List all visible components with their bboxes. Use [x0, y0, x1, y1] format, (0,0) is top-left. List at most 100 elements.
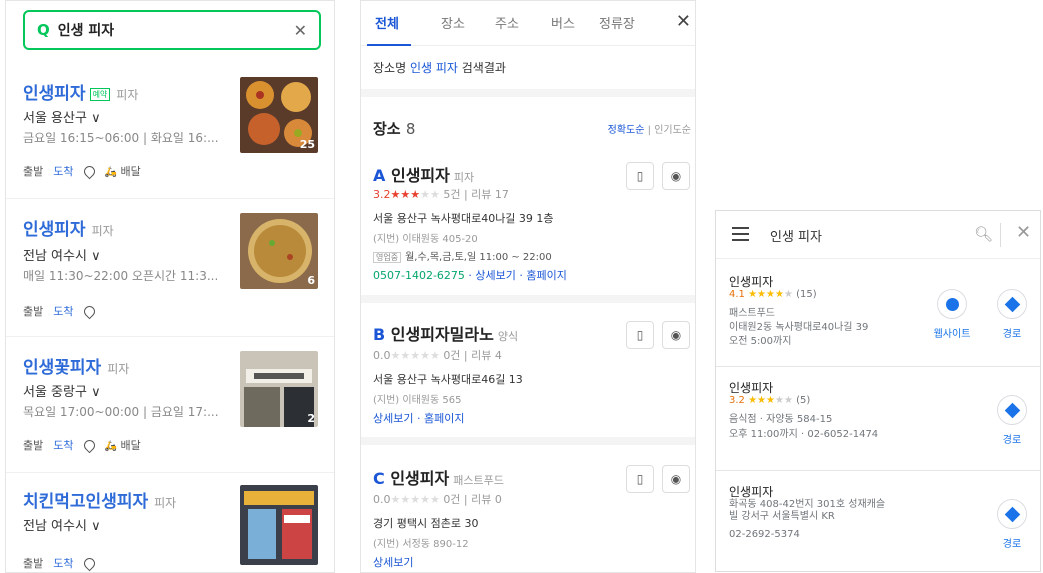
- close-icon[interactable]: ✕: [1016, 222, 1031, 243]
- tab-bus[interactable]: 버스: [551, 13, 575, 32]
- review-meta: 0건 | 리뷰 0: [443, 493, 502, 506]
- bookmark-icon[interactable]: ▯: [626, 465, 654, 493]
- delivery-icon: 🛵: [104, 441, 117, 452]
- bookmark-icon[interactable]: ▯: [626, 162, 654, 190]
- delivery-button[interactable]: 🛵 배달: [105, 437, 141, 453]
- homepage-link[interactable]: 홈페이지: [526, 269, 566, 282]
- detail-link[interactable]: 상세보기: [373, 412, 413, 425]
- place-name[interactable]: 인생피자: [390, 469, 449, 488]
- place-name-text[interactable]: 인생피자: [23, 84, 86, 104]
- place-letter: A: [373, 166, 386, 185]
- arrive-button[interactable]: 도착: [53, 163, 73, 179]
- empty-star-icon: ★: [783, 289, 793, 300]
- place-name-text[interactable]: 인생꽃피자: [23, 358, 101, 378]
- place-category: 양식: [497, 330, 519, 343]
- map-pin-icon[interactable]: [81, 163, 97, 179]
- phone-link[interactable]: 0507-1402-6275: [373, 269, 465, 282]
- rating-score: 3.2: [373, 188, 391, 201]
- sort-popular[interactable]: 인기도순: [654, 125, 691, 136]
- search-icon[interactable]: Q: [37, 21, 50, 39]
- location-dropdown[interactable]: 서울 중랑구 ∨: [23, 381, 101, 400]
- search-input[interactable]: 인생 피자: [770, 226, 822, 245]
- empty-star-icon: ★★: [420, 188, 440, 201]
- list-item[interactable]: 인생피자 4.1 ★★★★★ (15) 패스트푸드 이태원2동 녹사평대로40나…: [716, 259, 1040, 367]
- list-item[interactable]: 인생꽃피자 피자 서울 중랑구 ∨ 목요일 17:00~00:00 | 금요일 1…: [6, 337, 334, 473]
- place-name[interactable]: 인생피자: [729, 273, 773, 290]
- place-thumbnail[interactable]: 6: [240, 213, 318, 289]
- start-button[interactable]: 출발: [23, 303, 43, 319]
- place-name[interactable]: 인생피자 예약 피자: [23, 79, 138, 104]
- place-title[interactable]: C 인생피자 패스트푸드: [373, 465, 504, 489]
- bookmark-icon[interactable]: ▯: [626, 321, 654, 349]
- arrive-button[interactable]: 도착: [53, 555, 73, 571]
- tab-bus-stop[interactable]: 정류장: [599, 13, 635, 32]
- photo-count: 25: [299, 138, 315, 151]
- place-name[interactable]: 인생꽃피자 피자: [23, 353, 129, 378]
- divider: [361, 89, 695, 97]
- star-icon: ★★★★: [748, 289, 784, 300]
- location-dropdown[interactable]: 서울 용산구 ∨: [23, 107, 101, 126]
- list-item[interactable]: 인생피자 피자 전남 여수시 ∨ 매일 11:30~22:00 오픈시간 11:3…: [6, 199, 334, 337]
- list-item[interactable]: A 인생피자 피자 3.2★★★★★ 5건 | 리뷰 17 서울 용산구 녹사평대…: [361, 146, 695, 303]
- tab-places[interactable]: 장소: [441, 13, 465, 32]
- list-item[interactable]: 치킨먹고인생피자 피자 전남 여수시 ∨ 출발 도착: [6, 473, 334, 572]
- place-category: 패스트푸드: [453, 474, 504, 487]
- place-category: 피자: [116, 88, 139, 102]
- delivery-button[interactable]: 🛵 배달: [105, 163, 141, 179]
- location-dropdown[interactable]: 전남 여수시 ∨: [23, 515, 101, 534]
- list-item[interactable]: B 인생피자밀라노 양식 0.0★★★★★ 0건 | 리뷰 4 서울 용산구 녹사…: [361, 303, 695, 445]
- place-name[interactable]: 인생피자 피자: [23, 215, 114, 240]
- menu-icon[interactable]: [732, 227, 749, 241]
- directions-button[interactable]: 경로: [982, 395, 1040, 446]
- arrive-button[interactable]: 도착: [53, 303, 73, 319]
- place-name[interactable]: 인생피자: [391, 166, 450, 185]
- address: 이태원2동 녹사평대로40나길 39: [729, 322, 869, 333]
- place-title[interactable]: A 인생피자 피자: [373, 162, 474, 186]
- map-pin-icon[interactable]: [81, 303, 97, 319]
- place-thumbnail[interactable]: [240, 485, 318, 565]
- place-title[interactable]: B 인생피자밀라노 양식: [373, 321, 518, 345]
- map-pin-icon[interactable]: [81, 555, 97, 571]
- arrive-button[interactable]: 도착: [53, 437, 73, 453]
- place-name[interactable]: 인생피자: [729, 379, 773, 396]
- start-button[interactable]: 출발: [23, 555, 43, 571]
- detail-link[interactable]: 상세보기: [373, 556, 413, 569]
- place-name[interactable]: 치킨먹고인생피자 피자: [23, 487, 176, 512]
- directions-button[interactable]: 경로: [982, 499, 1040, 550]
- place-name-text[interactable]: 치킨먹고인생피자: [23, 492, 148, 512]
- place-name-text[interactable]: 인생피자: [23, 220, 86, 240]
- tab-address[interactable]: 주소: [495, 13, 519, 32]
- list-item[interactable]: 인생피자 예약 피자 서울 용산구 ∨ 금요일 16:15~06:00 | 화요일 …: [6, 69, 334, 199]
- location-dropdown[interactable]: 전남 여수시 ∨: [23, 245, 101, 264]
- place-category: 피자: [107, 362, 130, 376]
- list-item[interactable]: C 인생피자 패스트푸드 0.0★★★★★ 0건 | 리뷰 0 경기 평택시 점촌…: [361, 445, 695, 572]
- detail-link[interactable]: 상세보기: [475, 269, 515, 282]
- rating-row: 0.0★★★★★ 0건 | 리뷰 0: [373, 491, 502, 507]
- place-thumbnail[interactable]: 25: [240, 77, 318, 153]
- pizza-photo: [240, 213, 318, 289]
- photo-count: 6: [307, 274, 315, 287]
- place-name[interactable]: 인생피자밀라노: [391, 325, 494, 344]
- google-panel: 인생 피자 🔍︎ ✕ 인생피자 4.1 ★★★★★ (15) 패스트푸드 이태원…: [715, 210, 1041, 572]
- directions-button[interactable]: 경로: [982, 289, 1040, 340]
- start-button[interactable]: 출발: [23, 163, 43, 179]
- list-item[interactable]: 인생피자 화곡동 408-42번지 301호 성재캐슬빌 강서구 서울특별시 K…: [716, 471, 1040, 571]
- place-thumbnail[interactable]: 2: [240, 351, 318, 427]
- location-pin-icon[interactable]: ◉: [662, 321, 690, 349]
- search-input[interactable]: 인생 피자: [58, 20, 294, 40]
- close-icon[interactable]: ✕: [676, 11, 691, 32]
- place-name[interactable]: 인생피자: [729, 483, 773, 500]
- website-button[interactable]: 웹사이트: [922, 289, 982, 340]
- clear-icon[interactable]: ✕: [294, 21, 307, 40]
- map-pin-icon[interactable]: [81, 437, 97, 453]
- list-item[interactable]: 인생피자 3.2 ★★★★★ (5) 음식점 · 자양동 584-15 오후 1…: [716, 367, 1040, 471]
- tab-all[interactable]: 전체: [375, 13, 399, 32]
- search-icon[interactable]: 🔍︎: [974, 225, 993, 243]
- divider: [1000, 223, 1001, 247]
- location-pin-icon[interactable]: ◉: [662, 162, 690, 190]
- sort-accuracy[interactable]: 정확도순: [608, 125, 645, 136]
- homepage-link[interactable]: 홈페이지: [424, 412, 464, 425]
- start-button[interactable]: 출발: [23, 437, 43, 453]
- search-box[interactable]: Q 인생 피자 ✕: [23, 10, 321, 50]
- location-pin-icon[interactable]: ◉: [662, 465, 690, 493]
